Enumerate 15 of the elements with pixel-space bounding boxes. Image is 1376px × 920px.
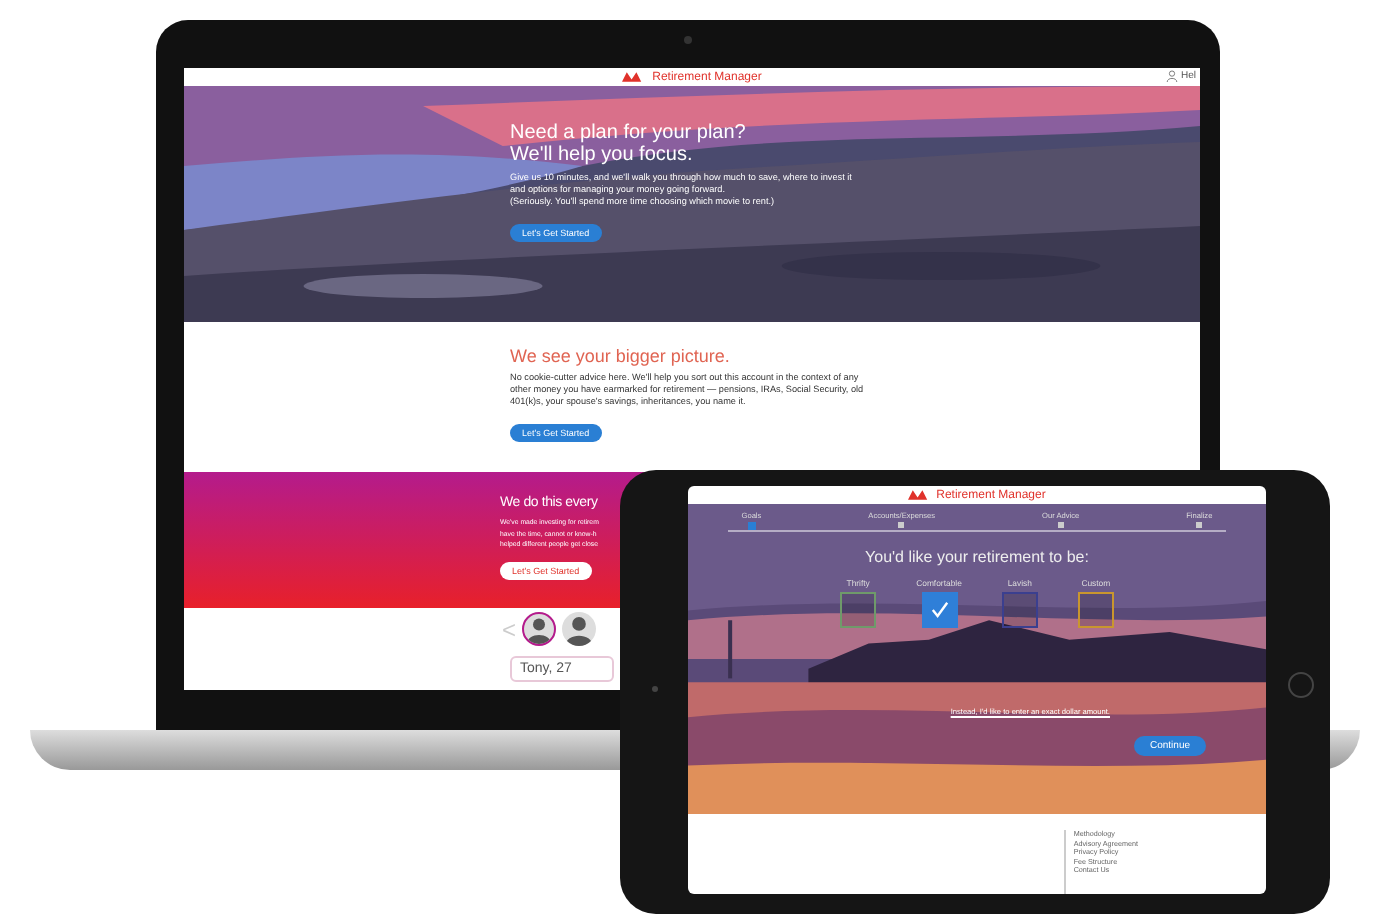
logo-icon — [622, 72, 647, 82]
option-tile[interactable] — [1001, 592, 1038, 628]
hero-headline: We'll help you focus. — [510, 144, 695, 166]
section-heading: We see your bigger picture. — [510, 346, 732, 368]
logo-icon — [908, 490, 933, 500]
option-tile[interactable] — [1077, 592, 1114, 628]
option-tile[interactable] — [921, 592, 957, 628]
question-heading: You'd like your retirement to be: — [863, 548, 1091, 566]
user-icon — [1166, 70, 1179, 82]
checkmark-icon — [927, 598, 951, 622]
avatar[interactable] — [562, 612, 597, 646]
camera-icon — [684, 36, 692, 44]
option-tile[interactable] — [840, 592, 877, 628]
camera-icon — [652, 686, 658, 692]
avatar[interactable] — [522, 612, 557, 646]
